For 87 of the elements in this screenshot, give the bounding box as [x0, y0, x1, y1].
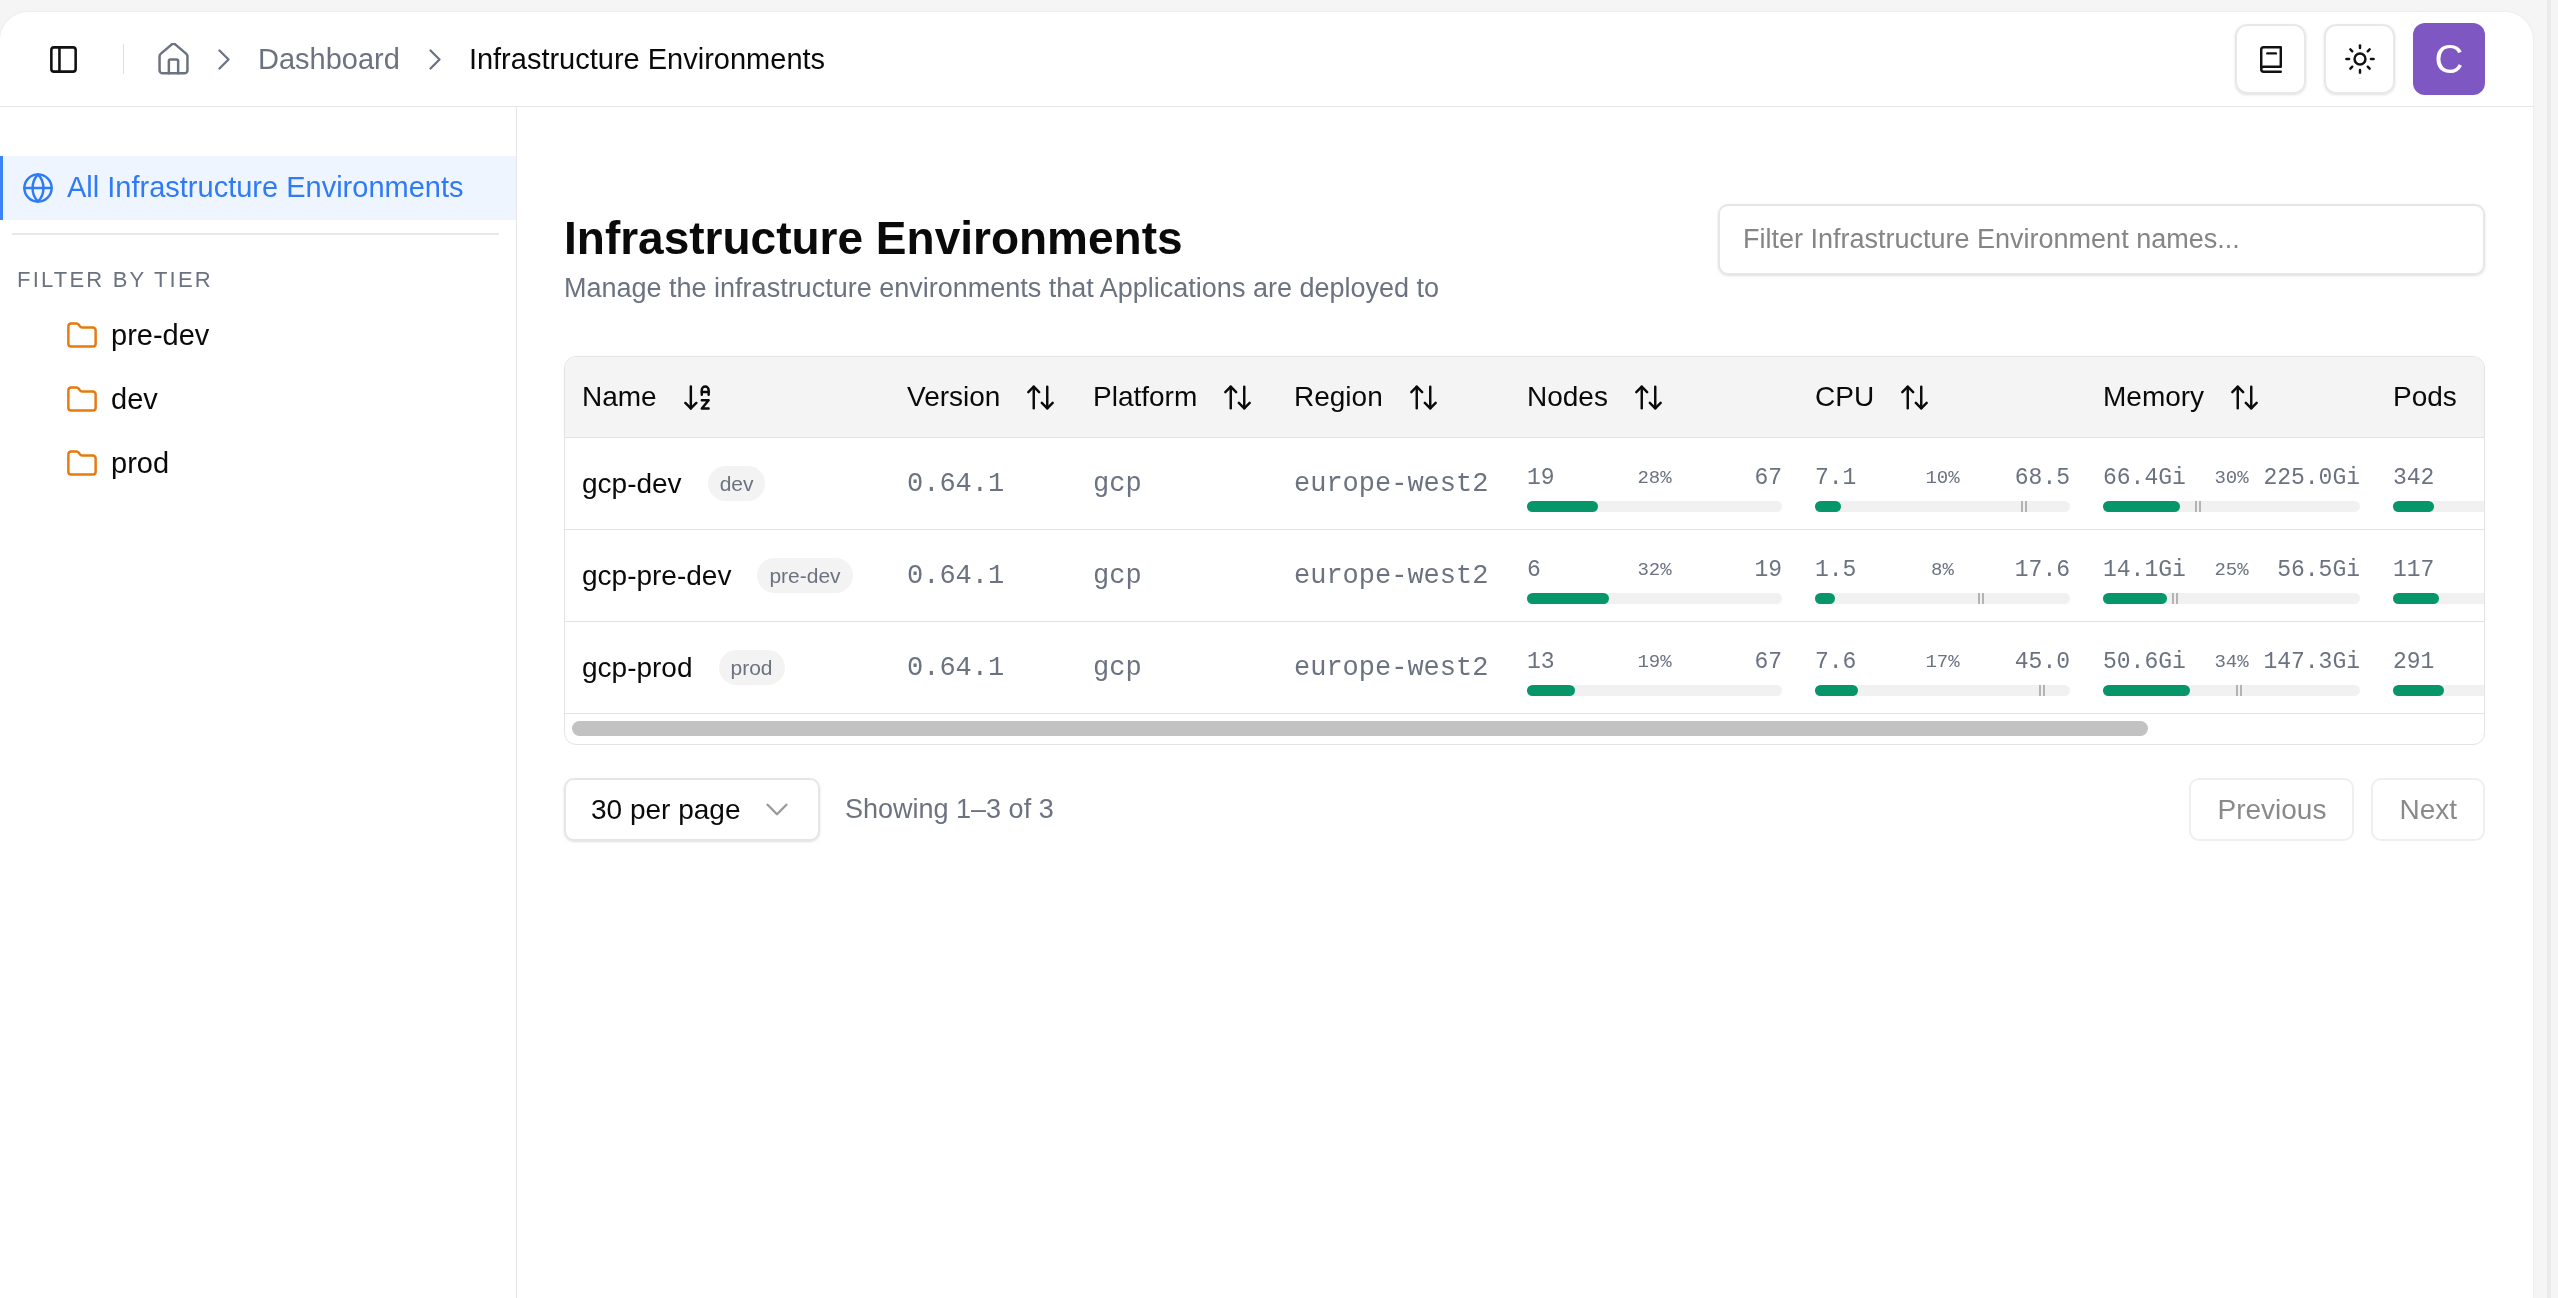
sort-icon: [2231, 384, 2259, 410]
sort-icon: [1224, 384, 1252, 410]
percent-value: 30%: [2214, 466, 2249, 491]
percent-value: 17%: [1925, 650, 1960, 675]
percent-value: 8%: [1931, 558, 1954, 583]
column-header[interactable]: Region: [1294, 380, 1437, 414]
platform-cell-text: gcp: [1093, 651, 1142, 685]
environment-name: gcp-prod: [582, 650, 693, 685]
folder-icon: [67, 322, 97, 348]
tier-badge: pre-dev: [757, 558, 853, 593]
total-value: 19: [1754, 556, 1782, 584]
sort-ascending-icon: [683, 384, 710, 410]
folder-icon: [67, 450, 97, 476]
breadcrumb-current-page: Infrastructure Environments: [468, 42, 826, 77]
sort-icon: [1027, 384, 1055, 410]
pods-count: 291: [2393, 648, 2435, 676]
results-summary: Showing 1–3 of 3: [845, 793, 1054, 827]
folder-icon: [67, 386, 97, 412]
platform-cell-text: gcp: [1093, 559, 1142, 593]
percent-value: 32%: [1637, 558, 1672, 583]
user-avatar[interactable]: C: [2413, 23, 2485, 95]
environment-name: gcp-dev: [582, 466, 682, 501]
filter-input[interactable]: Filter Infrastructure Environment names...: [1718, 204, 2485, 275]
sort-icon: [1634, 384, 1662, 410]
sidebar-item[interactable]: All Infrastructure Environments: [0, 156, 516, 220]
tier-filter-item[interactable]: dev: [67, 382, 158, 416]
theme-toggle-button[interactable]: [2324, 24, 2395, 94]
tier-filter-item[interactable]: prod: [67, 446, 170, 480]
percent-value: 25%: [2214, 558, 2249, 583]
total-value: 68.5: [2014, 464, 2070, 492]
version-cell-text: 0.64.1: [907, 651, 1005, 685]
total-value: 147.3Gi: [2263, 648, 2360, 676]
docs-button[interactable]: [2235, 24, 2306, 94]
column-header[interactable]: Platform: [1093, 380, 1252, 414]
percent-value: 34%: [2214, 650, 2249, 675]
total-value: 67: [1754, 648, 1782, 676]
percent-value: 19%: [1637, 650, 1672, 675]
page-title: Infrastructure Environments: [564, 212, 1184, 264]
environment-name: gcp-pre-dev: [582, 558, 732, 593]
region-cell-text: europe-west2: [1294, 467, 1489, 501]
tier-filter-item[interactable]: pre-dev: [67, 318, 210, 352]
version-cell-text: 0.64.1: [907, 467, 1005, 501]
used-value: 19: [1527, 464, 1555, 492]
chevron-right-icon: [218, 48, 230, 70]
region-cell-text: europe-west2: [1294, 651, 1489, 685]
column-header[interactable]: Pods: [2393, 380, 2457, 414]
platform-cell-text: gcp: [1093, 467, 1142, 501]
tier-badge: dev: [707, 466, 766, 501]
total-value: 17.6: [2014, 556, 2070, 584]
total-value: 56.5Gi: [2277, 556, 2360, 584]
column-header[interactable]: Version: [907, 380, 1055, 414]
total-value: 225.0Gi: [2263, 464, 2360, 492]
scrollbar-thumb[interactable]: [572, 721, 2148, 736]
used-value: 1.5: [1815, 556, 1857, 584]
percent-value: 10%: [1925, 466, 1960, 491]
used-value: 66.4Gi: [2103, 464, 2186, 492]
column-header[interactable]: Nodes: [1527, 380, 1662, 414]
page-subtitle: Manage the infrastructure environments that Applications are deployed to: [564, 272, 1440, 305]
sidebar-toggle-icon[interactable]: [50, 45, 77, 73]
column-header[interactable]: Memory: [2103, 380, 2259, 414]
used-value: 7.1: [1815, 464, 1857, 492]
used-value: 50.6Gi: [2103, 648, 2186, 676]
chevron-down-icon: [766, 803, 788, 816]
used-value: 14.1Gi: [2103, 556, 2186, 584]
region-cell-text: europe-west2: [1294, 559, 1489, 593]
percent-value: 28%: [1637, 466, 1672, 491]
tier-badge: prod: [718, 650, 785, 685]
used-value: 7.6: [1815, 648, 1857, 676]
column-header[interactable]: Name: [582, 380, 710, 414]
total-value: 67: [1754, 464, 1782, 492]
home-icon[interactable]: [158, 43, 189, 75]
pods-count: 342: [2393, 464, 2435, 492]
section-label: FILTER BY TIER: [17, 267, 213, 293]
total-value: 45.0: [2014, 648, 2070, 676]
chevron-right-icon: [428, 48, 441, 70]
sort-icon: [1409, 384, 1437, 410]
sort-icon: [1901, 384, 1929, 410]
sun-icon: [2344, 44, 2375, 74]
used-value: 13: [1527, 648, 1555, 676]
breadcrumb-link[interactable]: Dashboard: [258, 41, 400, 77]
used-value: 6: [1527, 556, 1541, 584]
pods-count: 117: [2393, 556, 2435, 584]
page-size-select[interactable]: 30 per page: [564, 778, 820, 841]
version-cell-text: 0.64.1: [907, 559, 1005, 593]
book-icon: [2259, 45, 2282, 73]
globe-icon: [23, 173, 53, 203]
column-header[interactable]: CPU: [1815, 380, 1929, 414]
